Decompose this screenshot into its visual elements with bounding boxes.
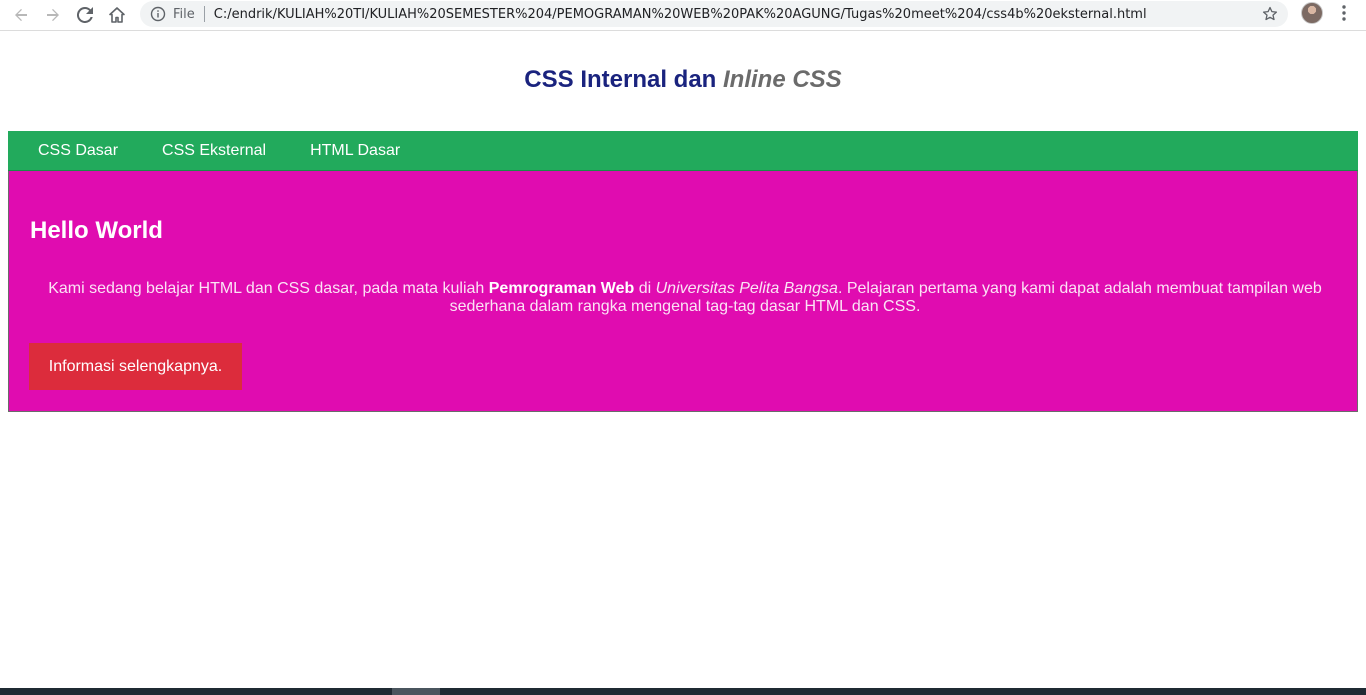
para-course-name: Pemrograman Web [488, 280, 635, 297]
page-title-text: CSS Internal dan [524, 66, 723, 93]
nav-link-css-dasar[interactable]: CSS Dasar [8, 131, 140, 171]
home-button[interactable] [101, 1, 133, 29]
forward-button[interactable] [37, 1, 69, 29]
hero-heading: Hello World [30, 217, 163, 244]
info-icon[interactable] [150, 6, 166, 22]
browser-toolbar: File C:/endrik/KULIAH%20TI/KULIAH%20SEME… [0, 0, 1366, 31]
reload-button[interactable] [69, 1, 101, 29]
page-title-emphasis: Inline CSS [723, 66, 842, 93]
bookmark-star-icon[interactable] [1262, 6, 1278, 22]
url-text[interactable]: C:/endrik/KULIAH%20TI/KULIAH%20SEMESTER%… [214, 7, 1262, 22]
more-info-button[interactable]: Informasi selengkapnya. [29, 343, 242, 390]
arrow-left-icon [15, 9, 27, 21]
scheme-label: File [173, 6, 195, 22]
para-text-2: di [634, 280, 656, 297]
main-navbar: CSS Dasar CSS Eksternal HTML Dasar [8, 131, 1358, 171]
para-text-1: Kami sedang belajar HTML dan CSS dasar, … [48, 280, 489, 297]
kebab-menu-icon[interactable] [1334, 3, 1354, 23]
profile-avatar[interactable] [1301, 2, 1323, 24]
taskbar-active-item[interactable] [392, 688, 440, 695]
reload-icon [77, 7, 93, 23]
address-bar[interactable]: File C:/endrik/KULIAH%20TI/KULIAH%20SEME… [140, 1, 1288, 27]
os-taskbar [0, 688, 1366, 695]
page-title: CSS Internal dan Inline CSS [0, 66, 1366, 94]
nav-link-html-dasar[interactable]: HTML Dasar [288, 131, 422, 171]
nav-link-css-eksternal[interactable]: CSS Eksternal [140, 131, 288, 171]
hero-panel: Hello World Kami sedang belajar HTML dan… [8, 171, 1358, 412]
para-university-name: Universitas Pelita Bangsa [655, 280, 838, 297]
hero-paragraph: Kami sedang belajar HTML dan CSS dasar, … [30, 280, 1340, 316]
arrow-right-icon [47, 9, 59, 21]
back-button[interactable] [5, 1, 37, 29]
home-icon [109, 7, 125, 23]
address-divider [203, 6, 205, 22]
